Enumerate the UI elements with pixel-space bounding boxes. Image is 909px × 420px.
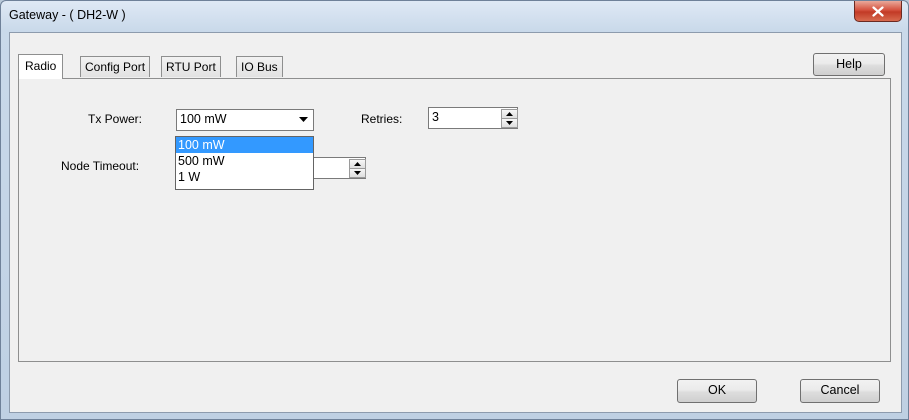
window-title: Gateway - ( DH2-W ) bbox=[9, 8, 126, 22]
tab-rtu-port[interactable]: RTU Port bbox=[161, 56, 221, 77]
tab-radio[interactable]: Radio bbox=[18, 54, 64, 79]
tx-power-value: 100 mW bbox=[180, 112, 227, 126]
help-button[interactable]: Help bbox=[813, 53, 885, 76]
close-x-icon bbox=[872, 5, 884, 17]
node-timeout-label: Node Timeout: bbox=[61, 159, 140, 173]
tx-power-dropdown-list: 100 mW 500 mW 1 W bbox=[175, 136, 314, 190]
tab-panel-radio: Tx Power: 100 mW Retries: 3 Node Timeout… bbox=[18, 78, 891, 362]
retries-spin-buttons bbox=[501, 109, 518, 128]
dropdown-option-500mw[interactable]: 500 mW bbox=[176, 153, 313, 169]
tab-config-port[interactable]: Config Port bbox=[80, 56, 151, 77]
chevron-down-icon[interactable] bbox=[296, 112, 311, 126]
arrow-down-icon[interactable] bbox=[501, 118, 518, 128]
tx-power-select[interactable]: 100 mW bbox=[176, 109, 314, 131]
close-button[interactable] bbox=[854, 1, 902, 22]
dropdown-option-1w[interactable]: 1 W bbox=[176, 169, 313, 185]
retries-value: 3 bbox=[432, 110, 439, 124]
retries-spinner[interactable]: 3 bbox=[428, 107, 518, 129]
retries-label: Retries: bbox=[361, 112, 403, 126]
arrow-down-icon[interactable] bbox=[349, 168, 366, 178]
dialog-window: Gateway - ( DH2-W ) Radio Config Port RT… bbox=[0, 0, 909, 420]
tx-power-label: Tx Power: bbox=[88, 112, 143, 126]
tab-io-bus[interactable]: IO Bus bbox=[236, 56, 283, 77]
dropdown-option-100mw[interactable]: 100 mW bbox=[176, 137, 313, 153]
cancel-button[interactable]: Cancel bbox=[800, 379, 880, 403]
ok-button[interactable]: OK bbox=[677, 379, 757, 403]
dialog-client-area: Radio Config Port RTU Port IO Bus Help T… bbox=[9, 32, 902, 413]
node-timeout-spin-buttons bbox=[349, 159, 366, 178]
title-bar[interactable]: Gateway - ( DH2-W ) bbox=[1, 1, 908, 31]
